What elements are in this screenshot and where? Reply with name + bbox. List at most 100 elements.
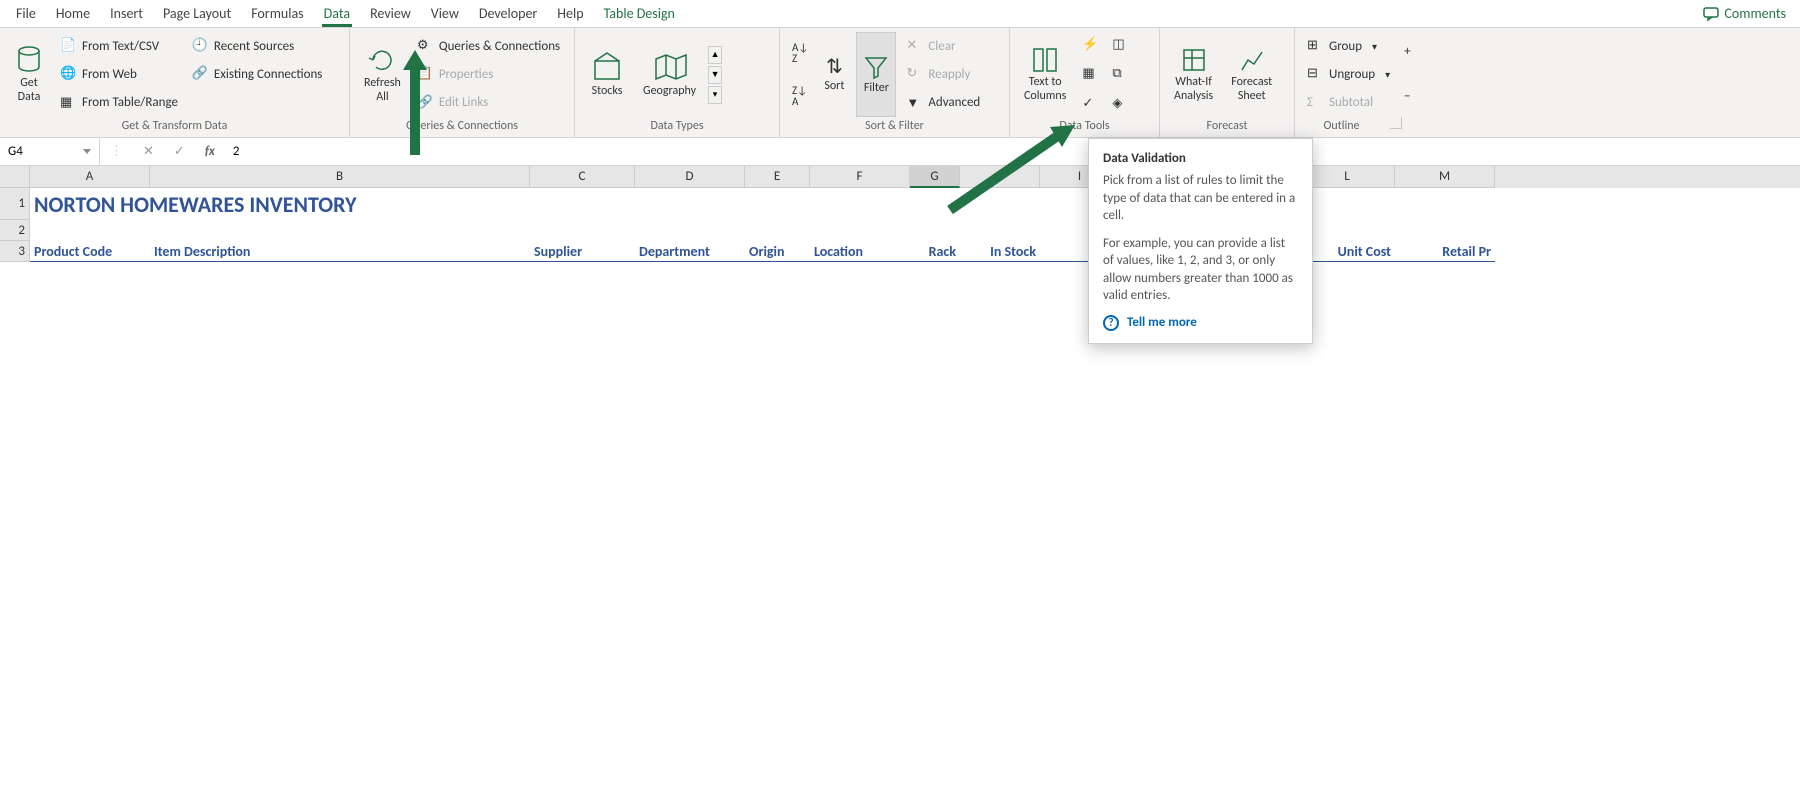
from-web-button[interactable]: 🌐From Web	[56, 64, 182, 84]
column-header-B[interactable]: B	[150, 166, 530, 188]
tab-formulas[interactable]: Formulas	[241, 1, 313, 26]
refresh-icon	[367, 45, 397, 75]
globe-icon: 🌐	[60, 66, 76, 82]
cell[interactable]: Product Code	[30, 241, 150, 262]
cell[interactable]: Supplier	[530, 241, 635, 262]
recent-sources-button[interactable]: 🕘Recent Sources	[188, 36, 326, 56]
cell[interactable]	[1300, 188, 1395, 220]
advanced-filter-button[interactable]: ▼Advanced	[902, 93, 984, 113]
cell[interactable]	[1300, 220, 1395, 241]
cell[interactable]	[150, 188, 530, 220]
datatype-down-button[interactable]: ▼	[708, 66, 722, 84]
ungroup-button[interactable]: ⊟Ungroup▾	[1303, 64, 1394, 84]
cell[interactable]	[910, 188, 960, 220]
remove-duplicates-button[interactable]: ▦	[1078, 64, 1102, 84]
datatype-up-button[interactable]: ▲	[708, 46, 722, 64]
tab-page-layout[interactable]: Page Layout	[153, 1, 241, 26]
cell[interactable]: Department	[635, 241, 745, 262]
column-header-D[interactable]: D	[635, 166, 745, 188]
tell-me-more-link[interactable]: ? Tell me more	[1103, 315, 1298, 331]
row-header[interactable]: 3	[0, 241, 30, 262]
cell[interactable]	[150, 220, 530, 241]
filter-button[interactable]: Filter	[856, 32, 896, 117]
refresh-all-button[interactable]: Refresh All	[358, 32, 407, 117]
data-model-icon: ◈	[1112, 96, 1128, 112]
worksheet-grid[interactable]: ABCDEFGHIJKLM 1NORTON HOMEWARES INVENTOR…	[0, 166, 1800, 262]
existing-connections-button[interactable]: 🔗Existing Connections	[188, 64, 326, 84]
cell[interactable]: Item Description	[150, 241, 530, 262]
tab-table-design[interactable]: Table Design	[594, 1, 685, 26]
show-detail-button[interactable]: +	[1400, 42, 1424, 62]
column-header-G[interactable]: G	[910, 166, 960, 188]
column-header-M[interactable]: M	[1395, 166, 1495, 188]
queries-connections-button[interactable]: ⚙Queries & Connections	[413, 36, 564, 56]
stocks-button[interactable]: Stocks	[583, 49, 631, 100]
formula-input[interactable]: 2	[225, 144, 1800, 159]
column-header-L[interactable]: L	[1300, 166, 1395, 188]
from-text-csv-button[interactable]: 📄From Text/CSV	[56, 36, 182, 56]
row-header[interactable]: 1	[0, 188, 30, 220]
cell[interactable]: NORTON HOMEWARES INVENTORY	[30, 188, 150, 220]
tooltip-text: For example, you can provide a list of v…	[1103, 235, 1298, 305]
cell[interactable]	[1395, 220, 1495, 241]
what-if-analysis-button[interactable]: What-If Analysis	[1168, 32, 1219, 117]
name-box[interactable]: G4	[0, 138, 100, 165]
cell[interactable]	[810, 220, 910, 241]
data-validation-button[interactable]: ✓	[1078, 94, 1102, 114]
geography-button[interactable]: Geography	[637, 49, 702, 100]
cancel-formula-button[interactable]: ✕	[133, 144, 164, 159]
accept-formula-button[interactable]: ✓	[164, 144, 195, 159]
column-header-E[interactable]: E	[745, 166, 810, 188]
fx-icon[interactable]: fx	[195, 144, 225, 159]
cell[interactable]: Unit Cost	[1300, 241, 1395, 262]
cell[interactable]	[30, 220, 150, 241]
cell[interactable]	[745, 220, 810, 241]
relationships-button[interactable]: ⧉	[1108, 64, 1132, 84]
column-header-H[interactable]: H	[960, 166, 1040, 188]
flash-fill-icon: ⚡	[1082, 37, 1098, 53]
comments-button[interactable]: Comments	[1695, 5, 1794, 22]
cell[interactable]	[635, 220, 745, 241]
column-header-C[interactable]: C	[530, 166, 635, 188]
cell[interactable]	[530, 220, 635, 241]
cell[interactable]	[810, 188, 910, 220]
tab-data[interactable]: Data	[314, 1, 360, 26]
datatype-more-button[interactable]: ▾	[708, 86, 722, 104]
tab-file[interactable]: File	[6, 1, 46, 26]
cell[interactable]	[530, 188, 635, 220]
from-table-range-button[interactable]: ▦From Table/Range	[56, 93, 182, 113]
tab-view[interactable]: View	[421, 1, 469, 26]
cell[interactable]: Origin	[745, 241, 810, 262]
select-all-corner[interactable]	[0, 166, 30, 188]
tab-review[interactable]: Review	[360, 1, 421, 26]
tab-insert[interactable]: Insert	[100, 1, 153, 26]
cell[interactable]	[960, 220, 1040, 241]
data-model-button[interactable]: ◈	[1108, 94, 1132, 114]
consolidate-button[interactable]: ◫	[1108, 35, 1132, 55]
hide-detail-button[interactable]: −	[1400, 87, 1424, 107]
cell[interactable]	[910, 220, 960, 241]
cell[interactable]: Retail Pr	[1395, 241, 1495, 262]
group-button[interactable]: ⊞Group▾	[1303, 36, 1394, 56]
column-header-F[interactable]: F	[810, 166, 910, 188]
text-to-columns-button[interactable]: Text to Columns	[1018, 32, 1072, 117]
cell[interactable]: Rack	[910, 241, 960, 262]
tab-developer[interactable]: Developer	[469, 1, 547, 26]
get-data-button[interactable]: Get Data	[8, 32, 50, 117]
sort-desc-button[interactable]: Z↓A	[788, 83, 812, 109]
column-header-A[interactable]: A	[30, 166, 150, 188]
row-header[interactable]: 2	[0, 220, 30, 241]
cell[interactable]: In Stock	[960, 241, 1040, 262]
cell[interactable]: Location	[810, 241, 910, 262]
forecast-sheet-button[interactable]: Forecast Sheet	[1225, 32, 1278, 117]
tab-home[interactable]: Home	[46, 1, 100, 26]
outline-dialog-launcher[interactable]	[1390, 117, 1402, 129]
sort-asc-button[interactable]: A↓Z	[788, 40, 812, 66]
sort-button[interactable]: ⇅ Sort	[818, 32, 850, 117]
cell[interactable]	[635, 188, 745, 220]
cell[interactable]	[960, 188, 1040, 220]
flash-fill-button[interactable]: ⚡	[1078, 35, 1102, 55]
cell[interactable]	[745, 188, 810, 220]
cell[interactable]	[1395, 188, 1495, 220]
tab-help[interactable]: Help	[547, 1, 593, 26]
